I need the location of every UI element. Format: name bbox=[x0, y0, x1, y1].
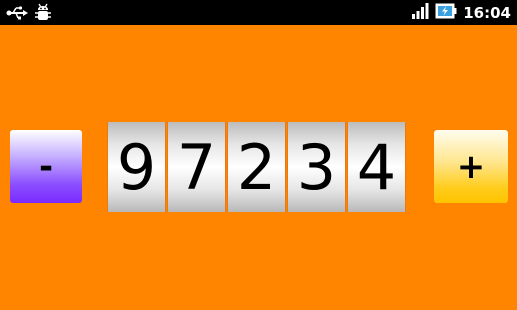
counter-digit-value: 3 bbox=[296, 130, 337, 204]
counter-digit: 3 bbox=[287, 122, 346, 212]
debug-bug-icon bbox=[34, 3, 52, 26]
increment-label: + bbox=[456, 146, 486, 187]
decrement-label: - bbox=[38, 146, 54, 187]
signal-icon bbox=[411, 3, 429, 23]
counter-display: 9 7 2 3 4 bbox=[107, 122, 406, 212]
status-left-icons bbox=[6, 3, 52, 26]
counter-digit-value: 4 bbox=[356, 130, 397, 204]
counter-digit-value: 2 bbox=[236, 130, 277, 204]
counter-digit: 7 bbox=[167, 122, 226, 212]
decrement-button[interactable]: - bbox=[10, 130, 82, 203]
clock: 16:04 bbox=[463, 4, 511, 22]
usb-icon bbox=[6, 5, 28, 25]
battery-charging-icon bbox=[435, 3, 457, 23]
status-bar: 16:04 bbox=[0, 0, 517, 25]
status-right-icons: 16:04 bbox=[411, 2, 511, 24]
counter-digit: 4 bbox=[347, 122, 406, 212]
counter-digit-value: 9 bbox=[116, 130, 157, 204]
counter-digit: 9 bbox=[107, 122, 166, 212]
counter-digit-value: 7 bbox=[176, 130, 217, 204]
counter-digit: 2 bbox=[227, 122, 286, 212]
increment-button[interactable]: + bbox=[434, 130, 508, 203]
